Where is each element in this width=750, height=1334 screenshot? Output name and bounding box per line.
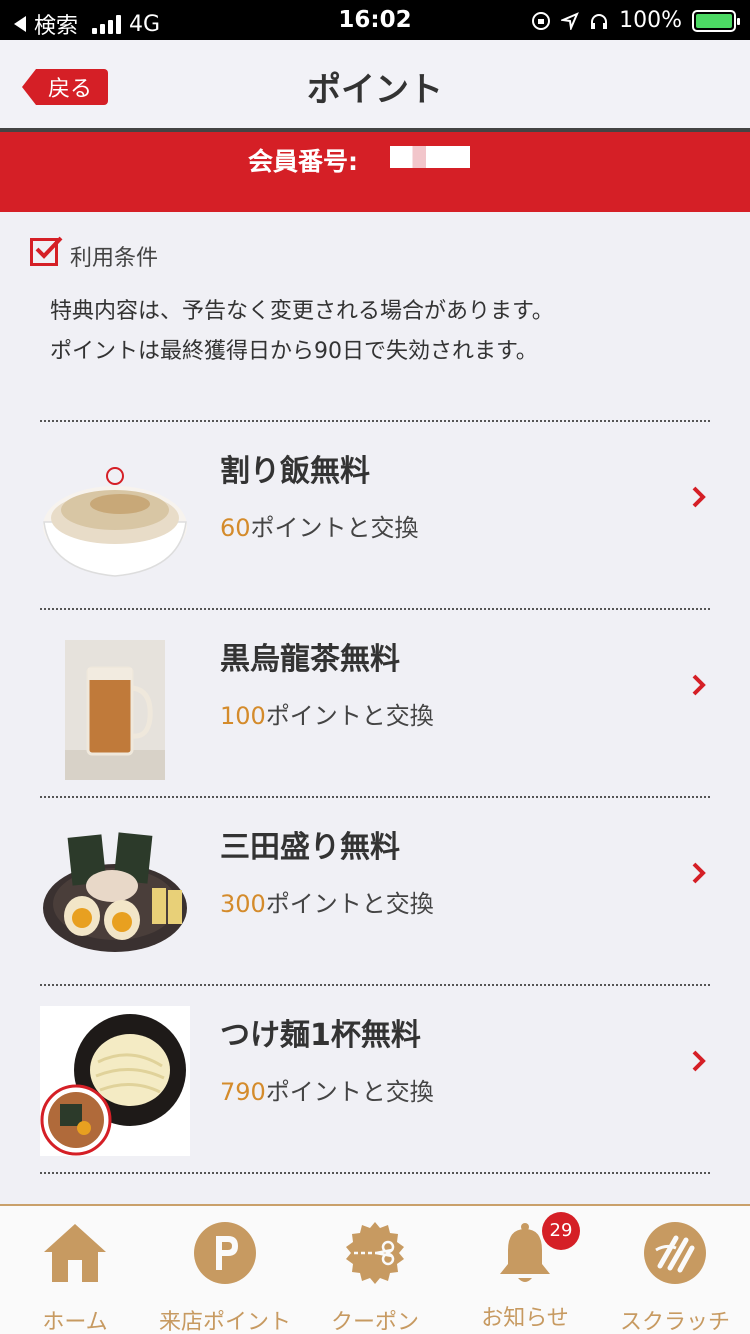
battery-percent: 100% (619, 8, 682, 33)
points-icon (194, 1222, 256, 1284)
reward-item[interactable]: 割り飯無料 60ポイントと交換 (40, 422, 710, 608)
reward-name: 三田盛り無料 (220, 830, 400, 865)
home-icon (44, 1224, 106, 1282)
points-value: 60 (220, 514, 251, 542)
points-value: 300 (220, 890, 266, 918)
terms-text: 特典内容は、予告なく変更される場合があります。 ポイントは最終獲得日から90日で… (50, 292, 554, 372)
reward-item[interactable]: つけ麺1杯無料 790ポイントと交換 (40, 986, 710, 1172)
reward-points: 300ポイントと交換 (220, 884, 434, 919)
coupon-icon (346, 1222, 404, 1284)
headphones-icon (591, 13, 608, 29)
tab-home[interactable]: ホーム (0, 1220, 150, 1334)
battery-icon (692, 9, 740, 32)
chevron-right-icon[interactable] (692, 486, 706, 508)
reward-points: 100ポイントと交換 (220, 696, 434, 731)
reward-name: つけ麺1杯無料 (220, 1018, 421, 1053)
tab-coupon[interactable]: クーポン (300, 1220, 450, 1334)
tab-bar: ホーム 来店ポイント クーポン 29 お知らせ スクラッチ (0, 1204, 750, 1334)
topping-plate-image (43, 832, 187, 952)
chevron-right-icon[interactable] (692, 1050, 706, 1072)
terms-line: 特典内容は、予告なく変更される場合があります。 (50, 299, 554, 324)
reward-name: 割り飯無料 (220, 454, 370, 489)
tab-scratch[interactable]: スクラッチ (600, 1220, 750, 1334)
tab-label: スクラッチ (619, 1310, 730, 1334)
reward-item[interactable]: 黒烏龍茶無料 100ポイントと交換 (40, 610, 710, 796)
member-number-bar: 会員番号: (0, 132, 750, 212)
points-value: 790 (220, 1078, 266, 1106)
divider (40, 1172, 710, 1174)
tsukemen-image (40, 1006, 190, 1156)
chevron-right-icon[interactable] (692, 674, 706, 696)
terms-heading: 利用条件 (30, 232, 158, 272)
points-suffix: ポイントと交換 (265, 890, 434, 918)
points-suffix: ポイントと交換 (250, 514, 419, 542)
chevron-right-icon[interactable] (692, 862, 706, 884)
reward-name: 黒烏龍茶無料 (220, 642, 400, 677)
terms-line: ポイントは最終獲得日から90日で失効されます。 (50, 339, 538, 364)
rotation-lock-icon (532, 11, 551, 30)
notification-badge: 29 (542, 1212, 580, 1250)
points-suffix: ポイントと交換 (265, 1078, 434, 1106)
tab-label: クーポン (330, 1310, 419, 1334)
tab-label: お知らせ (481, 1306, 569, 1331)
tab-label: 来店ポイント (158, 1310, 291, 1334)
page-title: ポイント (307, 70, 443, 110)
reward-points: 60ポイントと交換 (220, 508, 419, 543)
member-number-redacted (390, 146, 470, 168)
reward-points: 790ポイントと交換 (220, 1072, 434, 1107)
location-icon (561, 11, 579, 30)
scratch-icon (644, 1222, 706, 1284)
reward-item[interactable]: 三田盛り無料 300ポイントと交換 (40, 798, 710, 984)
member-number-label: 会員番号: (248, 147, 358, 176)
status-bar: 検索 4G 16:02 100% (0, 0, 750, 40)
bell-icon-wrap: 29 (492, 1212, 580, 1286)
points-suffix: ポイントと交換 (265, 702, 434, 730)
navigation-bar: 戻る ポイント (0, 40, 750, 128)
tab-label: ホーム (42, 1310, 108, 1334)
checkbox-icon (30, 236, 63, 266)
terms-heading-label: 利用条件 (70, 246, 159, 271)
points-value: 100 (220, 702, 266, 730)
oolong-tea-image (65, 640, 165, 780)
reward-list: 割り飯無料 60ポイントと交換 黒烏龍茶無料 100ポイントと交換 三田盛り無料… (40, 420, 710, 1174)
tab-news[interactable]: 29 お知らせ (450, 1212, 600, 1332)
tab-points[interactable]: 来店ポイント (150, 1220, 300, 1334)
rice-bowl-image (43, 467, 187, 577)
